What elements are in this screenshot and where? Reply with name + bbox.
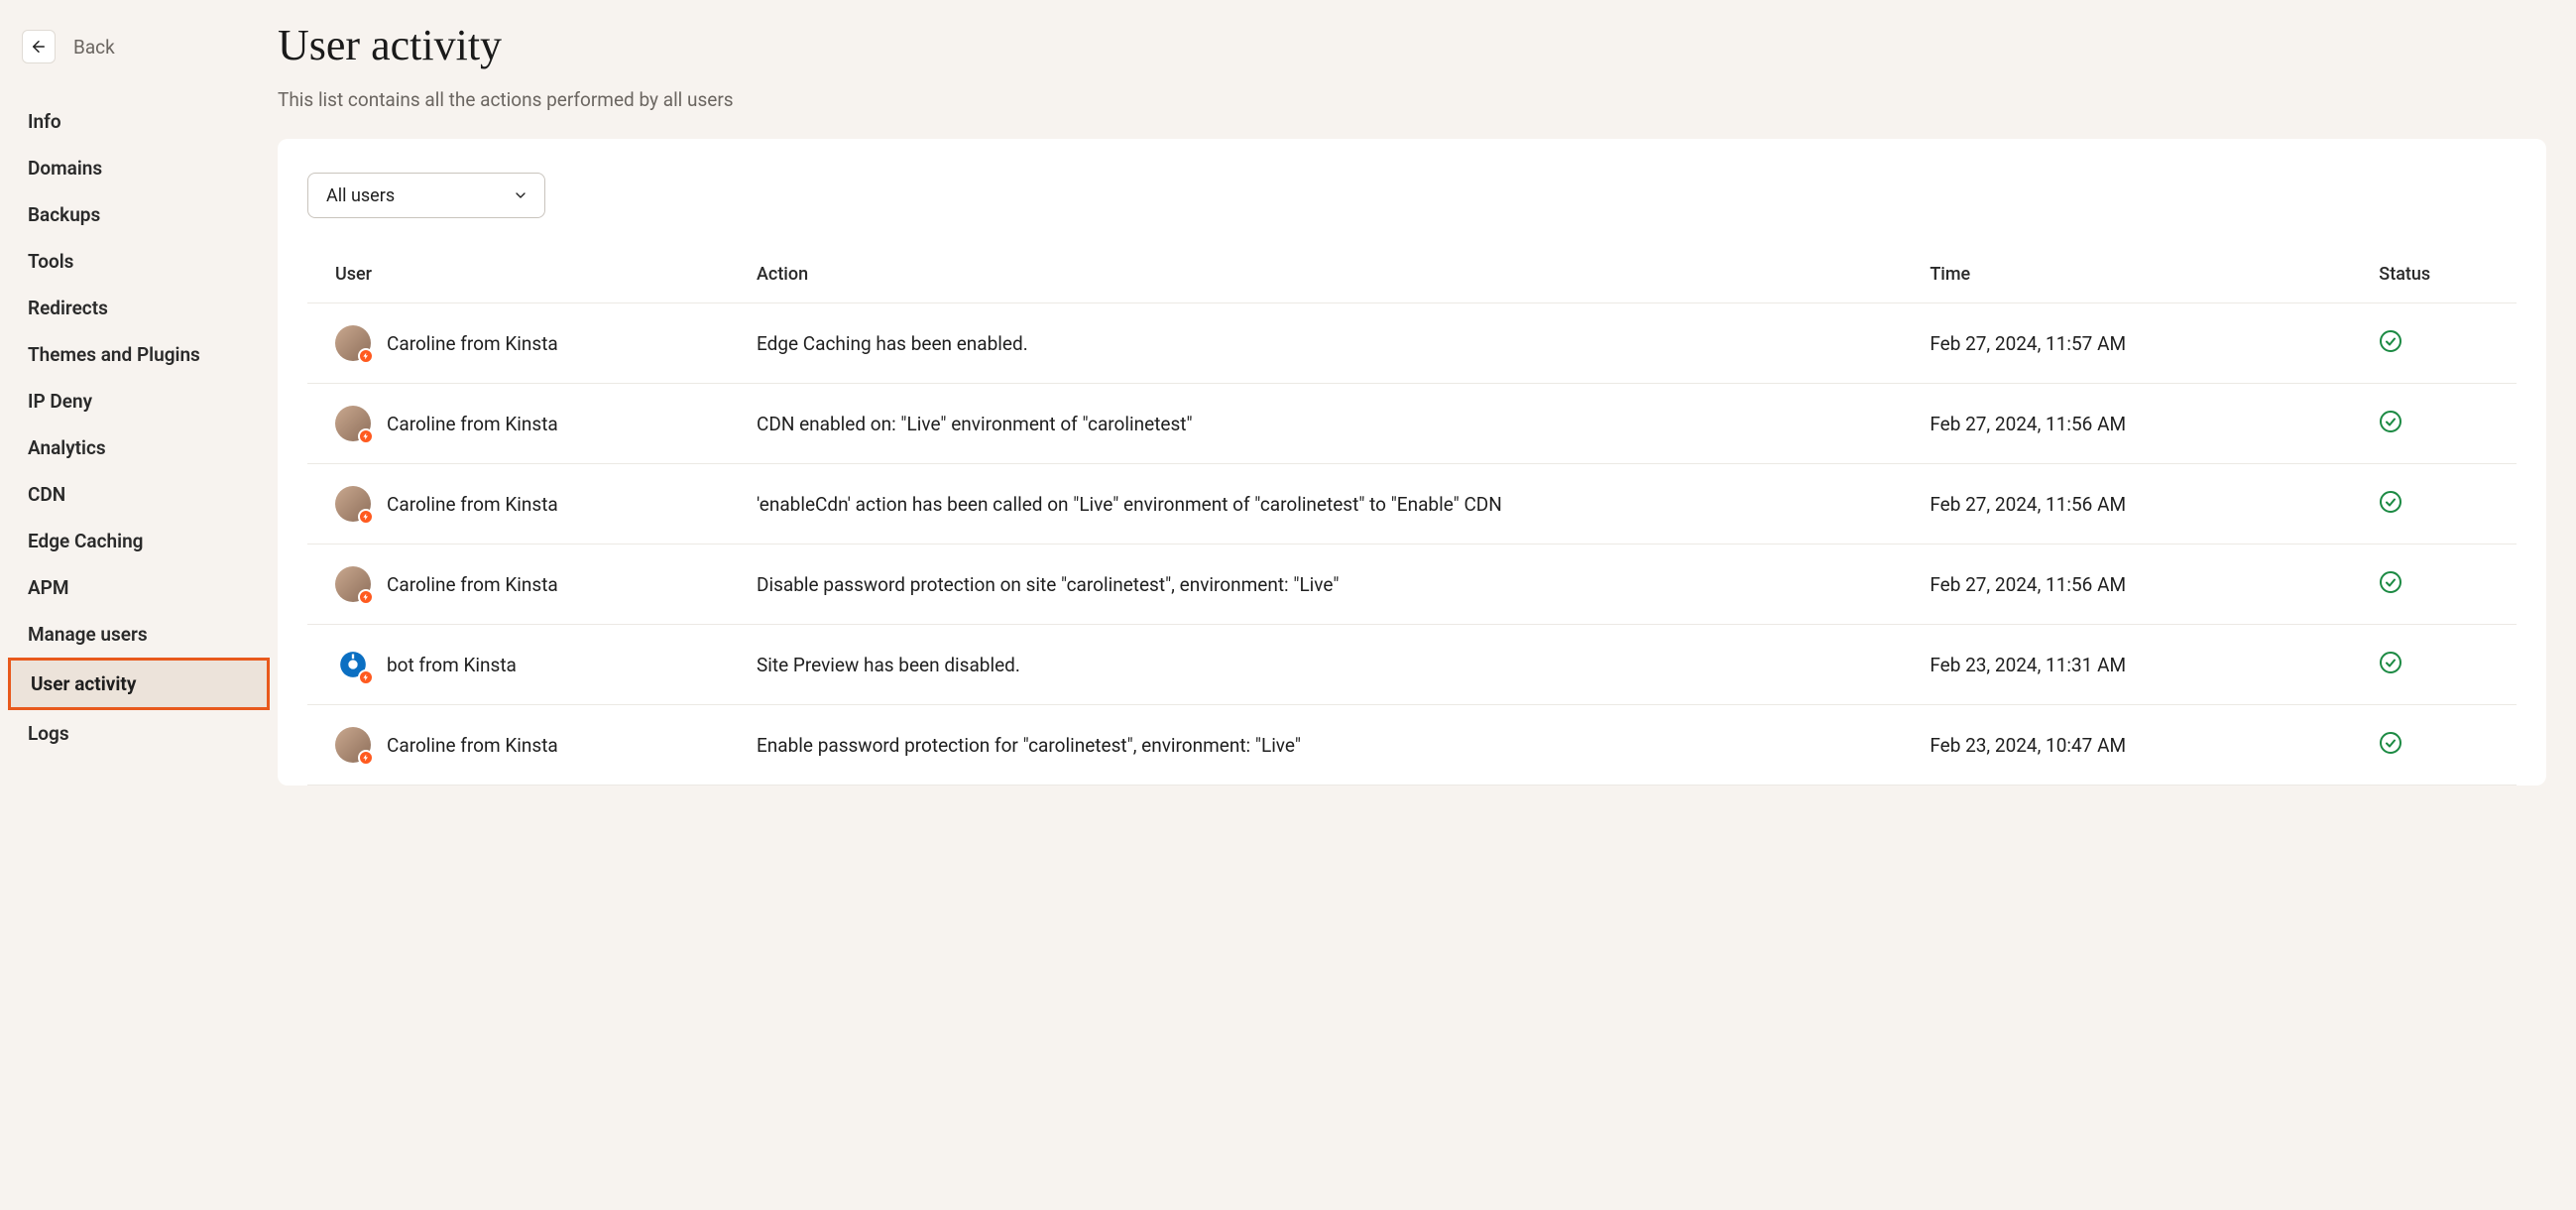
- cell-status: [2379, 384, 2517, 464]
- main-content: User activity This list contains all the…: [278, 0, 2576, 1210]
- check-circle-icon: [2379, 329, 2402, 353]
- user-name: Caroline from Kinsta: [387, 493, 558, 516]
- cell-time: Feb 23, 2024, 11:31 AM: [1930, 625, 2379, 705]
- activity-table: User Action Time Status Caroline from Ki…: [307, 252, 2517, 786]
- sidebar-item-backups[interactable]: Backups: [0, 191, 278, 238]
- nav-list: InfoDomainsBackupsToolsRedirectsThemes a…: [0, 98, 278, 757]
- cell-user: Caroline from Kinsta: [307, 464, 757, 544]
- sidebar-item-info[interactable]: Info: [0, 98, 278, 145]
- sidebar-item-manage-users[interactable]: Manage users: [0, 611, 278, 658]
- sidebar-item-cdn[interactable]: CDN: [0, 471, 278, 518]
- cell-user: Caroline from Kinsta: [307, 384, 757, 464]
- bolt-badge-icon: [358, 589, 374, 605]
- sidebar-item-themes-and-plugins[interactable]: Themes and Plugins: [0, 331, 278, 378]
- page-title: User activity: [278, 20, 2546, 70]
- avatar: [335, 325, 371, 361]
- cell-user: Caroline from Kinsta: [307, 705, 757, 786]
- cell-status: [2379, 705, 2517, 786]
- cell-action: Edge Caching has been enabled.: [757, 303, 1930, 384]
- check-circle-icon: [2379, 490, 2402, 514]
- check-circle-icon: [2379, 651, 2402, 674]
- chevron-down-icon: [513, 187, 528, 203]
- sidebar-item-ip-deny[interactable]: IP Deny: [0, 378, 278, 424]
- cell-user: Caroline from Kinsta: [307, 544, 757, 625]
- cell-time: Feb 27, 2024, 11:57 AM: [1930, 303, 2379, 384]
- avatar: [335, 566, 371, 602]
- cell-user: Caroline from Kinsta: [307, 303, 757, 384]
- col-header-time: Time: [1930, 252, 2379, 303]
- user-name: Caroline from Kinsta: [387, 413, 558, 435]
- bolt-badge-icon: [358, 750, 374, 766]
- avatar: [335, 727, 371, 763]
- col-header-user: User: [307, 252, 757, 303]
- cell-status: [2379, 303, 2517, 384]
- cell-action: Enable password protection for "caroline…: [757, 705, 1930, 786]
- cell-time: Feb 23, 2024, 10:47 AM: [1930, 705, 2379, 786]
- cell-action: 'enableCdn' action has been called on "L…: [757, 464, 1930, 544]
- bolt-badge-icon: [358, 509, 374, 525]
- cell-status: [2379, 464, 2517, 544]
- cell-time: Feb 27, 2024, 11:56 AM: [1930, 384, 2379, 464]
- bolt-badge-icon: [358, 669, 374, 685]
- bolt-badge-icon: [358, 428, 374, 444]
- sidebar-item-logs[interactable]: Logs: [0, 710, 278, 757]
- sidebar-item-label: User activity: [8, 658, 270, 710]
- check-circle-icon: [2379, 731, 2402, 755]
- cell-time: Feb 27, 2024, 11:56 AM: [1930, 464, 2379, 544]
- user-filter-value: All users: [326, 185, 395, 206]
- sidebar-item-domains[interactable]: Domains: [0, 145, 278, 191]
- user-name: bot from Kinsta: [387, 654, 517, 676]
- avatar: [335, 647, 371, 682]
- page-subtitle: This list contains all the actions perfo…: [278, 88, 2546, 111]
- sidebar-item-edge-caching[interactable]: Edge Caching: [0, 518, 278, 564]
- cell-action: Site Preview has been disabled.: [757, 625, 1930, 705]
- check-circle-icon: [2379, 410, 2402, 433]
- check-circle-icon: [2379, 570, 2402, 594]
- cell-action: Disable password protection on site "car…: [757, 544, 1930, 625]
- user-name: Caroline from Kinsta: [387, 573, 558, 596]
- cell-time: Feb 27, 2024, 11:56 AM: [1930, 544, 2379, 625]
- cell-action: CDN enabled on: "Live" environment of "c…: [757, 384, 1930, 464]
- table-row: Caroline from Kinsta Disable password pro…: [307, 544, 2517, 625]
- back-button[interactable]: [22, 30, 56, 63]
- avatar: [335, 486, 371, 522]
- cell-status: [2379, 544, 2517, 625]
- user-name: Caroline from Kinsta: [387, 734, 558, 757]
- user-name: Caroline from Kinsta: [387, 332, 558, 355]
- table-row: Caroline from Kinsta Edge Caching has bee…: [307, 303, 2517, 384]
- cell-status: [2379, 625, 2517, 705]
- cell-user: bot from Kinsta: [307, 625, 757, 705]
- table-row: Caroline from Kinsta 'enableCdn' action h…: [307, 464, 2517, 544]
- sidebar-item-apm[interactable]: APM: [0, 564, 278, 611]
- avatar: [335, 406, 371, 441]
- sidebar: Back InfoDomainsBackupsToolsRedirectsThe…: [0, 0, 278, 1210]
- table-row: Caroline from Kinsta CDN enabled on: "Liv…: [307, 384, 2517, 464]
- table-row: bot from Kinsta Site Preview has been dis…: [307, 625, 2517, 705]
- back-label: Back: [73, 36, 115, 59]
- sidebar-item-tools[interactable]: Tools: [0, 238, 278, 285]
- back-row: Back: [0, 30, 278, 98]
- table-row: Caroline from Kinsta Enable password prot…: [307, 705, 2517, 786]
- arrow-left-icon: [30, 38, 48, 56]
- bolt-badge-icon: [358, 348, 374, 364]
- sidebar-item-redirects[interactable]: Redirects: [0, 285, 278, 331]
- col-header-action: Action: [757, 252, 1930, 303]
- user-filter-select[interactable]: All users: [307, 173, 545, 218]
- activity-card: All users User Action Time Status Caroli…: [278, 139, 2546, 786]
- sidebar-item-user-activity[interactable]: User activity: [0, 658, 278, 710]
- sidebar-item-analytics[interactable]: Analytics: [0, 424, 278, 471]
- col-header-status: Status: [2379, 252, 2517, 303]
